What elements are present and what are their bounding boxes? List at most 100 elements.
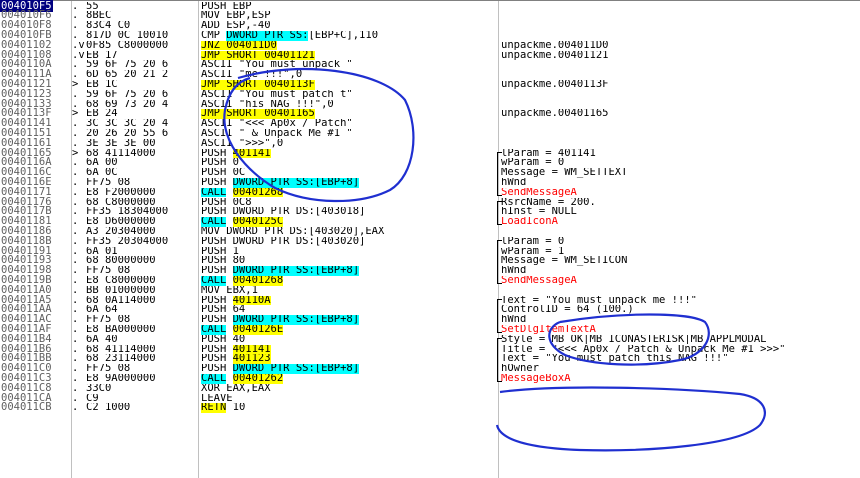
row-hex-bytes: C9 — [86, 393, 99, 404]
row-hex-bytes: FF75 08 — [86, 177, 131, 188]
row-instruction: MOV EBP,ESP — [201, 11, 271, 22]
row-instruction: PUSH EBP — [201, 1, 252, 12]
disasm-row[interactable]: 00401191. 6A 01 PUSH 1 wParam = 1 — [0, 245, 860, 257]
disasm-row[interactable]: 00401121 > EB 1C JMP SHORT 0040113F unpackme… — [0, 79, 860, 90]
disasm-row[interactable]: 004011CA. C9 LEAVE — [0, 392, 860, 404]
row-hex-bytes: EB 24 — [86, 109, 118, 120]
disasm-row[interactable]: 00401161. 3E 3E 3E 00 ASCII ">>>",0 — [0, 137, 860, 149]
row-hex-bytes: 6A 0C — [86, 168, 118, 178]
disasm-row[interactable]: 0040113F > EB 24 JMP SHORT 00401165 unpackme… — [0, 108, 860, 120]
arg-brace — [497, 298, 502, 333]
row-hex-bytes: FF75 08 — [86, 315, 131, 325]
row-hex-bytes: 59 6F 75 20 6 — [86, 89, 169, 100]
disasm-row[interactable]: 004011AC. FF75 08 PUSH DWORD PTR SS:[EBP+8… — [0, 314, 860, 325]
disasm-row[interactable]: 004010F6. 8BEC MOV EBP,ESP — [0, 10, 860, 22]
row-hex-bytes: 68 41114000 — [86, 344, 156, 355]
row-instruction: CALL 00401268 — [201, 275, 284, 286]
row-hex-bytes: 83C4 C0 — [86, 21, 131, 31]
row-instruction: PUSH 80 — [201, 256, 246, 267]
disasm-row[interactable]: 004011B4. 6A 40 PUSH 40 Style = MB_OK|MB_IC… — [0, 333, 860, 345]
disasm-row[interactable]: 0040116A. 6A 00 PUSH 0 wParam = 0 — [0, 157, 860, 169]
disasm-row[interactable]: 004011A5. 68 0A114000 PUSH 40110A Text = "Y… — [0, 294, 860, 306]
row-hex-bytes: 3C 3C 3C 20 4 — [86, 119, 169, 129]
disasm-row[interactable]: 004011C3. E8 9A000000 CALL 00401262 Message… — [0, 373, 860, 384]
disasm-row[interactable]: 004011CB. C2 1000 RETN 10 — [0, 401, 860, 414]
disasm-row[interactable]: 00401133. 68 69 73 20 4 ASCII "his NAG !!!… — [0, 98, 860, 110]
disasm-row[interactable]: 00401151. 20 26 20 55 6 ASCII " & Unpack M… — [0, 128, 860, 139]
disasm-row[interactable]: 004010F5. 55 PUSH EBP — [0, 0, 860, 12]
row-instruction: ASCII "<<< Ap0x / Patch" — [201, 119, 353, 129]
disassembly-view[interactable]: 004010F5. 55 PUSH EBP 004010F6. 8BEC MOV EBP,… — [0, 0, 860, 478]
row-instruction: RETN 10 — [201, 403, 246, 414]
row-instruction: CALL 0040126E — [201, 324, 284, 335]
row-hex-bytes: 3E 3E 3E 00 — [86, 138, 156, 149]
row-hex-bytes: 6A 40 — [86, 334, 118, 345]
disasm-row[interactable]: 00401141. 3C 3C 3C 20 4 ASCII "<<< Ap0x / … — [0, 118, 860, 129]
row-instruction: ASCII "his NAG !!!",0 — [201, 99, 334, 110]
disasm-row[interactable]: 0040118B. FF35 20304000 PUSH DWORD PTR DS:… — [0, 235, 860, 247]
row-comment: LoadIconA — [501, 217, 558, 227]
row-instruction: MOV DWORD PTR DS:[403020],EAX — [201, 226, 385, 237]
row-instruction: ASCII " & Unpack Me #1 " — [201, 128, 353, 139]
row-comment: MessageBoxA — [501, 373, 571, 384]
disasm-row[interactable]: 00401198. FF75 08 PUSH DWORD PTR SS:[EBP+8… — [0, 265, 860, 276]
disasm-row[interactable]: 00401123. 59 6F 75 20 6 ASCII "You must pa… — [0, 88, 860, 100]
disasm-row[interactable]: 00401165 >68 41114000 PUSH 401141 lParam = … — [0, 147, 860, 159]
disasm-row[interactable]: 00401176. 68 C8000000 PUSH 0C8 RsrcName = 2… — [0, 196, 860, 208]
row-hex-bytes: 817D 0C 10010 — [86, 30, 169, 41]
row-hex-bytes: E8 C8000000 — [86, 275, 156, 286]
row-instruction: ASCII "You must unpack " — [201, 60, 353, 71]
row-comment: lParam = 401141 — [501, 148, 596, 159]
disasm-row[interactable]: 004011B6. 68 41114000 PUSH 401141 Title = "… — [0, 343, 860, 355]
row-instruction: CALL 00401262 — [201, 373, 284, 384]
row-hex-bytes: 68 41114000 — [86, 148, 156, 159]
disasm-row[interactable]: 0040117B. FF35 18304000 PUSH DWORD PTR DS:… — [0, 206, 860, 218]
row-comment: RsrcName = 200. — [501, 197, 596, 208]
disasm-row[interactable]: 004011BB. 68 23114000 PUSH 401123 Text = "Y… — [0, 353, 860, 365]
disasm-row[interactable]: 0040116E. FF75 08 PUSH DWORD PTR SS:[EBP+8… — [0, 177, 860, 188]
row-instruction: PUSH DWORD PTR DS:[403018] — [201, 207, 366, 218]
disasm-row[interactable]: 004011A0. BB 01000000 MOV EBX,1 — [0, 284, 860, 296]
row-comment: hOwner — [501, 364, 539, 374]
arg-brace — [497, 151, 502, 196]
disasm-row[interactable]: 00401193. 68 80000000 PUSH 80 Message = WM_… — [0, 255, 860, 267]
disasm-row[interactable]: 0040111A. 6D 65 20 21 2 ASCII "me !!!",0 — [0, 69, 860, 80]
disasm-row[interactable]: 004011AF. E8 BA000000 CALL 0040126E SetDlgI… — [0, 324, 860, 335]
row-comment: wParam = 1 — [501, 246, 565, 257]
row-comment: Text = "You must patch this NAG !!!" — [501, 354, 729, 365]
row-comment: unpackme.00401165 — [501, 109, 609, 120]
row-comment: hWnd — [501, 177, 527, 188]
row-instruction: PUSH 0 — [201, 158, 239, 169]
disasm-row[interactable]: 0040110A. 59 6F 75 20 6 ASCII "You must un… — [0, 59, 860, 71]
row-comment: SendMessageA — [501, 275, 577, 286]
row-jump-marker: . — [72, 401, 79, 414]
arg-brace — [497, 239, 502, 284]
row-instruction: PUSH DWORD PTR SS:[EBP+8] — [201, 177, 360, 188]
disasm-row[interactable]: 0040119B. E8 C8000000 CALL 00401268 SendMes… — [0, 275, 860, 286]
row-comment: SendMessageA — [501, 187, 577, 198]
disasm-row[interactable]: 00401108 .v EB 17 JMP SHORT 00401121 unpackm… — [0, 49, 860, 61]
row-instruction: PUSH DWORD PTR DS:[403020] — [201, 236, 366, 247]
arg-brace — [497, 337, 502, 382]
row-hex-bytes: FF35 20304000 — [86, 236, 169, 247]
row-comment: SetDlgItemTextA — [501, 324, 596, 335]
disasm-row[interactable]: 004011C8. 33C0 XOR EAX,EAX — [0, 382, 860, 394]
row-comment: hWnd — [501, 266, 527, 276]
disasm-row[interactable]: 00401181. E8 D6000000 CALL 0040125C LoadIco… — [0, 216, 860, 227]
disasm-row[interactable]: 004011AA. 6A 64 PUSH 64 ControlID = 64 (100… — [0, 304, 860, 315]
disasm-row[interactable]: 00401171. E8 F2000000 CALL 00401268 SendMes… — [0, 186, 860, 198]
row-hex-bytes: FF75 08 — [86, 364, 131, 374]
disasm-row[interactable]: 004010FB. 817D 0C 10010 CMP DWORD PTR SS:[… — [0, 30, 860, 41]
disasm-row[interactable]: 0040116C. 6A 0C PUSH 0C Message = WM_SETTEX… — [0, 167, 860, 178]
row-comment: lParam = 0 — [501, 236, 565, 247]
row-hex-bytes: C2 1000 — [86, 403, 131, 414]
disasm-row[interactable]: 004010F8. 83C4 C0 ADD ESP,-40 — [0, 20, 860, 31]
disasm-row[interactable]: 00401102 .v 0F85 C8000000 JNZ 004011D0 unpac… — [0, 39, 860, 51]
row-comment: unpackme.00401121 — [501, 50, 609, 61]
disasm-row[interactable]: 00401186. A3 20304000 MOV DWORD PTR DS:[40… — [0, 226, 860, 237]
row-comment: unpackme.004011D0 — [501, 40, 609, 51]
row-hex-bytes: 6A 00 — [86, 158, 118, 169]
row-instruction: LEAVE — [201, 393, 233, 404]
row-hex-bytes: E8 9A000000 — [86, 373, 156, 384]
disasm-row[interactable]: 004011C0. FF75 08 PUSH DWORD PTR SS:[EBP+8… — [0, 363, 860, 374]
